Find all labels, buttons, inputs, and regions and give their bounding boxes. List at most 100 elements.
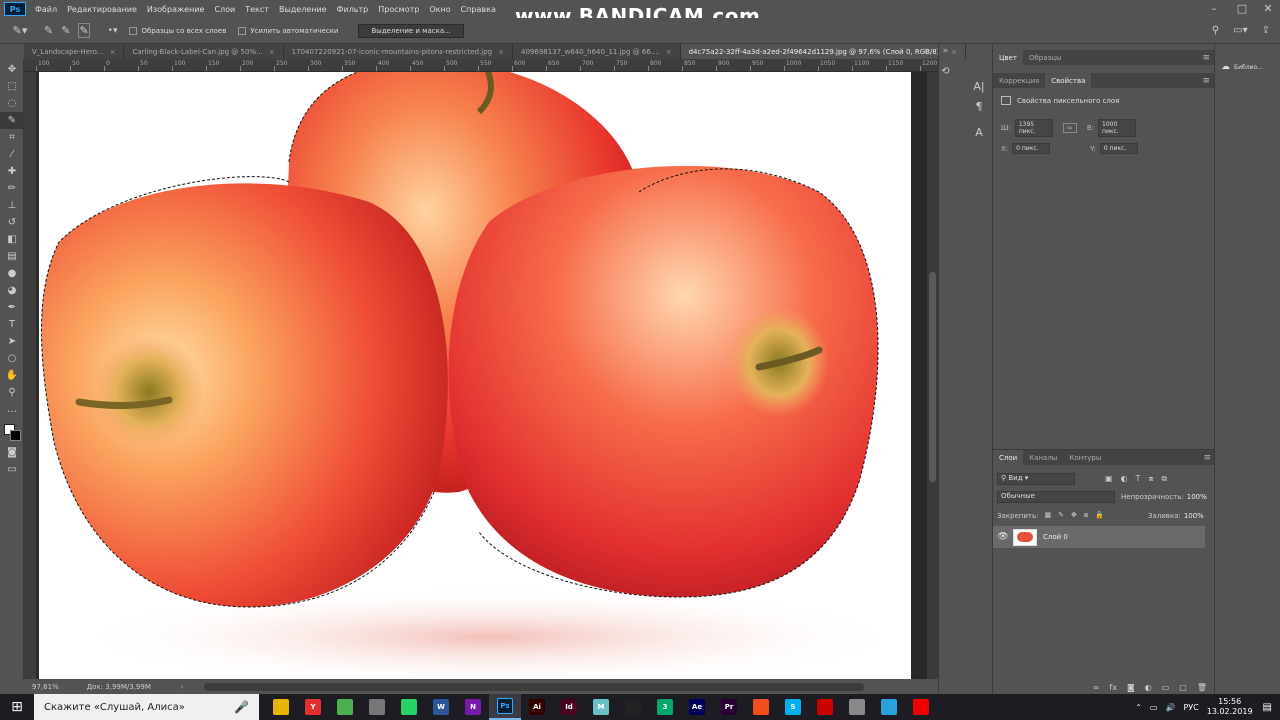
new-layer-icon[interactable]: ▢ <box>1179 683 1187 692</box>
blend-mode-select[interactable]: Обычные <box>997 491 1115 503</box>
menu-item[interactable]: Окно <box>424 5 455 14</box>
pen-tool-icon[interactable]: ✒ <box>0 299 24 316</box>
notifications-icon[interactable]: ▤ <box>1263 702 1272 713</box>
panel-menu-icon[interactable]: ≡ <box>1202 76 1210 86</box>
x-input[interactable]: 0 пикс. <box>1012 143 1051 154</box>
search-icon[interactable]: ⚲ <box>1212 25 1219 36</box>
filter-smart-icon[interactable]: ⧉ <box>1162 474 1168 484</box>
layer-name[interactable]: Слой 0 <box>1043 533 1068 541</box>
share-icon[interactable]: ⇪ <box>1262 25 1270 36</box>
add-selection-icon[interactable]: ✎ <box>61 24 70 37</box>
search-box[interactable]: Скажите «Слушай, Алиса» 🎤 <box>34 694 259 720</box>
marquee-tool-icon[interactable]: ⬚ <box>0 78 24 95</box>
close-tab-icon[interactable]: × <box>498 48 504 56</box>
zoom-tool-icon[interactable]: ⚲ <box>0 384 24 401</box>
width-input[interactable]: 1395 пикс. <box>1014 119 1053 137</box>
type-tool-icon[interactable]: T <box>0 316 24 333</box>
panel-menu-icon[interactable]: ≡ <box>1202 53 1210 63</box>
adjustment-layer-icon[interactable]: ◐ <box>1145 683 1152 692</box>
select-and-mask-button[interactable]: Выделение и маска... <box>358 23 464 38</box>
fill-input[interactable]: 100% <box>1184 512 1204 520</box>
eraser-tool-icon[interactable]: ◧ <box>0 231 24 248</box>
layer-mask-icon[interactable]: ◙ <box>1127 683 1135 692</box>
volume-icon[interactable]: 🔊 <box>1165 703 1175 712</box>
link-layers-icon[interactable]: ∞ <box>1093 683 1100 692</box>
collapse-icon[interactable]: » <box>939 46 952 56</box>
move-tool-icon[interactable]: ✥ <box>0 61 24 78</box>
gradient-tool-icon[interactable]: ▤ <box>0 248 24 265</box>
screen-mode-icon[interactable]: ▭ <box>0 461 24 478</box>
dodge-tool-icon[interactable]: ◕ <box>0 282 24 299</box>
link-icon[interactable]: ∞ <box>1062 123 1077 133</box>
more-tools-icon[interactable]: … <box>0 401 24 418</box>
menu-item[interactable]: Текст <box>240 5 274 14</box>
taskbar-app-icon[interactable] <box>905 694 937 720</box>
menu-item[interactable]: Справка <box>456 5 501 14</box>
blur-tool-icon[interactable]: ● <box>0 265 24 282</box>
vertical-scrollbar[interactable] <box>927 72 938 679</box>
menu-item[interactable]: Просмотр <box>373 5 424 14</box>
lock-pixels-icon[interactable]: ✎ <box>1058 511 1064 520</box>
clock[interactable]: 15:56 13.02.2019 <box>1207 697 1253 717</box>
tab-adjustments[interactable]: Коррекция <box>993 73 1045 88</box>
shape-tool-icon[interactable]: ○ <box>0 350 24 367</box>
quick-selection-tool-icon[interactable]: ✎▾ <box>0 24 40 37</box>
network-icon[interactable]: ▭ <box>1150 703 1158 712</box>
clone-stamp-icon[interactable]: ⊥ <box>0 197 24 214</box>
crop-tool-icon[interactable]: ⌗ <box>0 129 24 146</box>
lock-all-icon[interactable]: 🔒 <box>1095 511 1104 520</box>
quick-selection-tool-icon[interactable]: ✎ <box>0 112 24 129</box>
taskbar-app-icon[interactable]: S <box>777 694 809 720</box>
menu-item[interactable]: Выделение <box>274 5 332 14</box>
menu-item[interactable]: Редактирование <box>62 5 142 14</box>
taskbar-app-icon[interactable] <box>873 694 905 720</box>
hand-tool-icon[interactable]: ✋ <box>0 367 24 384</box>
layer-row[interactable]: 👁 Слой 0 <box>993 526 1205 548</box>
document-tab[interactable]: Carling-Black-Label-Can.jpg @ 50%... × <box>124 44 284 59</box>
close-tab-icon[interactable]: × <box>951 48 957 56</box>
workspace-icon[interactable]: ▭▾ <box>1233 25 1247 36</box>
document-tab[interactable]: 170407220921-07-iconic-mountains-pitons-… <box>284 44 513 59</box>
new-selection-icon[interactable]: ✎ <box>44 24 53 37</box>
close-tab-icon[interactable]: × <box>269 48 275 56</box>
zoom-level[interactable]: 97,61% <box>32 683 59 691</box>
taskbar-app-icon[interactable]: 3 <box>649 694 681 720</box>
brush-size-icon[interactable]: •▾ <box>108 26 118 36</box>
brush-tool-icon[interactable]: ✏ <box>0 180 24 197</box>
sample-all-layers-checkbox[interactable]: Образцы со всех слоев <box>129 26 226 35</box>
menu-item[interactable]: Слои <box>209 5 240 14</box>
filter-pixel-icon[interactable]: ▣ <box>1105 474 1113 484</box>
tabs-overflow-icon[interactable]: » <box>924 46 930 56</box>
taskbar-app-icon[interactable] <box>393 694 425 720</box>
healing-brush-icon[interactable]: ✚ <box>0 163 24 180</box>
lock-artboard-icon[interactable]: ⧈ <box>1084 511 1088 520</box>
document-tab[interactable]: 409698137_w640_h640_11.jpg @ 66.... × <box>513 44 681 59</box>
taskbar-app-icon[interactable]: M <box>585 694 617 720</box>
document-canvas[interactable] <box>39 72 911 679</box>
path-selection-icon[interactable]: ➤ <box>0 333 24 350</box>
horizontal-scrollbar[interactable] <box>203 682 864 691</box>
height-input[interactable]: 1000 пикс. <box>1098 119 1137 137</box>
character-icon[interactable]: A| <box>966 76 992 96</box>
taskbar-app-icon[interactable] <box>617 694 649 720</box>
history-icon[interactable]: ⟲ <box>939 66 952 77</box>
minimize-icon[interactable]: – <box>1208 3 1220 14</box>
quick-mask-icon[interactable]: ◙ <box>0 444 24 461</box>
new-group-icon[interactable]: ▭ <box>1162 683 1170 692</box>
filter-type-icon[interactable]: T <box>1136 474 1141 484</box>
taskbar-app-icon[interactable] <box>841 694 873 720</box>
taskbar-app-icon[interactable]: Ps <box>489 694 521 720</box>
tab-properties[interactable]: Свойства <box>1045 73 1092 88</box>
glyphs-icon[interactable]: A <box>966 122 992 142</box>
photoshop-logo[interactable]: Ps <box>4 2 26 16</box>
taskbar-app-icon[interactable]: Id <box>553 694 585 720</box>
lock-position-icon[interactable]: ✥ <box>1071 511 1077 520</box>
close-tab-icon[interactable]: × <box>666 48 672 56</box>
eyedropper-tool-icon[interactable]: ⁄ <box>0 146 24 163</box>
taskbar-app-icon[interactable]: Ai <box>521 694 553 720</box>
taskbar-app-icon[interactable] <box>361 694 393 720</box>
taskbar-app-icon[interactable]: Y <box>297 694 329 720</box>
close-icon[interactable]: ✕ <box>1262 3 1274 14</box>
visibility-eye-icon[interactable]: 👁 <box>993 532 1013 542</box>
layer-style-icon[interactable]: fx <box>1109 683 1117 692</box>
